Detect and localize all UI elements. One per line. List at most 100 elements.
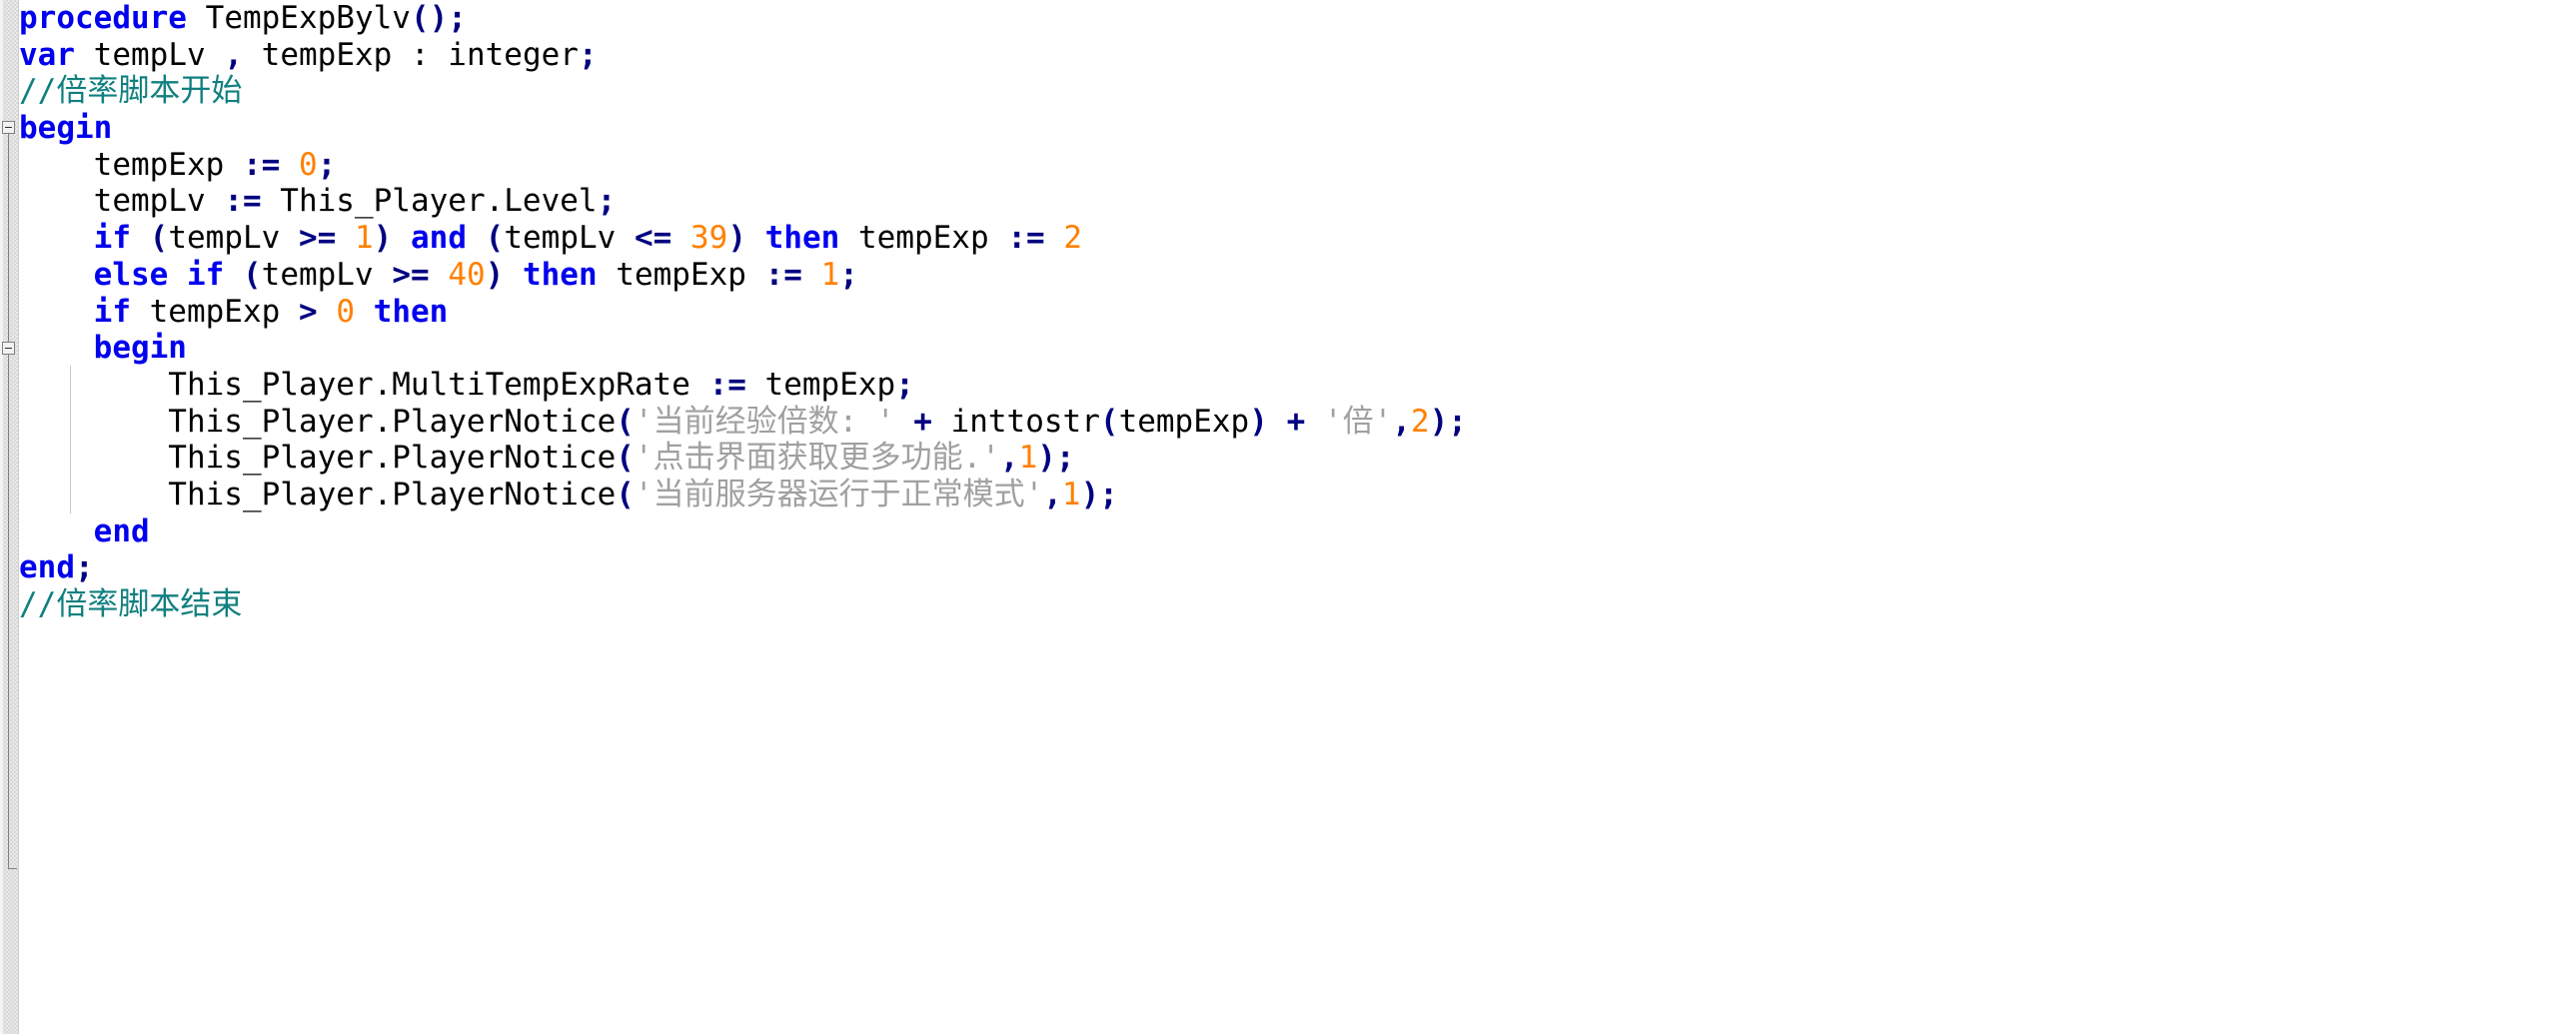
code-line[interactable]: This_Player.MultiTempExpRate := tempExp; [19, 367, 2576, 404]
code-line[interactable]: tempLv := This_Player.Level; [19, 183, 2576, 220]
token-pn: ); [1037, 440, 1075, 477]
token-pn: ); [1080, 476, 1118, 513]
token-id: tempExp [597, 256, 765, 293]
token-kw: and [411, 220, 467, 257]
code-line[interactable]: //倍率脚本结束 [19, 586, 2576, 623]
fold-line-outer [8, 134, 9, 868]
token-id: This_Player.PlayerNotice [19, 403, 617, 440]
token-op: >= [298, 220, 337, 257]
token-pn: ( [616, 476, 635, 513]
token-pn: ) [727, 220, 746, 257]
token-pn: ; [578, 36, 598, 73]
token-num: 1 [820, 256, 840, 293]
fold-marker-outer-begin[interactable] [2, 121, 15, 134]
folding-gutter[interactable] [0, 0, 19, 1034]
token-id: tempLv [261, 256, 393, 293]
code-line[interactable]: if tempExp > 0 then [19, 294, 2576, 331]
token-kw: end [19, 549, 75, 586]
token-pn: ; [895, 366, 914, 403]
token-pn: ; [839, 256, 858, 293]
token-id: tempExp : integer [243, 36, 579, 73]
token-num: 1 [1018, 440, 1038, 477]
fold-marker-inner-begin[interactable] [2, 342, 15, 355]
code-line[interactable]: This_Player.PlayerNotice('当前经验倍数: ' + in… [19, 404, 2576, 441]
token-pn: ; [317, 146, 337, 183]
token-op: := [764, 256, 802, 293]
token-num: 1 [354, 220, 374, 257]
code-line[interactable]: end; [19, 549, 2576, 586]
code-line[interactable]: else if (tempLv >= 40) then tempExp := 1… [19, 257, 2576, 294]
token-num: 0 [336, 293, 355, 330]
token-pn: ) [485, 256, 505, 293]
token-kw: then [764, 220, 840, 257]
token-kw: if [93, 293, 131, 330]
token-cm: //倍率脚本开始 [19, 73, 243, 110]
token-pn: ; [75, 549, 94, 586]
code-line[interactable]: begin [19, 330, 2576, 367]
code-area[interactable]: procedure TempExpBylv(); var tempLv , tem… [19, 0, 2576, 1034]
token-id: This_Player.Level [261, 183, 598, 220]
token-op: >= [392, 256, 430, 293]
token-pn: , [1043, 476, 1062, 513]
token-op: := [1007, 220, 1045, 257]
token-kw: else if [93, 256, 225, 293]
token-pn: , [1392, 403, 1411, 440]
token-id: tempLv [504, 220, 635, 257]
token-kw: procedure [19, 0, 187, 36]
code-line[interactable]: //倍率脚本开始 [19, 73, 2576, 110]
token-num: 0 [298, 146, 318, 183]
code-line[interactable]: procedure TempExpBylv(); [19, 0, 2576, 37]
token-pn: ( [616, 403, 635, 440]
token-pn: ( [1099, 403, 1119, 440]
token-op: <= [635, 220, 672, 257]
token-id: tempLv [93, 36, 225, 73]
code-line[interactable]: tempExp := 0; [19, 147, 2576, 184]
token-kw: begin [93, 330, 187, 367]
token-kw: begin [19, 110, 113, 147]
token-id: This_Player.MultiTempExpRate [19, 366, 709, 403]
code-line[interactable]: This_Player.PlayerNotice('当前服务器运行于正常模式',… [19, 477, 2576, 514]
token-op: > [298, 293, 318, 330]
code-line[interactable]: var tempLv , tempExp : integer; [19, 37, 2576, 74]
token-op: + [1286, 403, 1306, 440]
token-pn: ( [149, 220, 169, 257]
token-id: tempExp [745, 366, 896, 403]
code-editor[interactable]: procedure TempExpBylv(); var tempLv , tem… [0, 0, 2576, 1034]
token-str: '当前经验倍数: ' [634, 403, 895, 440]
token-str: '当前服务器运行于正常模式' [634, 476, 1044, 513]
fold-foot-outer [8, 868, 17, 869]
code-line[interactable]: end [19, 514, 2576, 550]
token-id: tempLv [19, 183, 225, 220]
token-kw: then [373, 293, 449, 330]
gutter-edge [0, 0, 3, 1034]
token-id: tempExp [19, 146, 243, 183]
code-line[interactable]: if (tempLv >= 1) and (tempLv <= 39) then… [19, 220, 2576, 257]
code-line[interactable]: begin [19, 110, 2576, 147]
token-pn: ( [485, 220, 505, 257]
token-num: 2 [1410, 403, 1430, 440]
code-line[interactable]: This_Player.PlayerNotice('点击界面获取更多功能.',1… [19, 440, 2576, 477]
token-pn: (); [410, 0, 467, 36]
token-kw: then [522, 256, 598, 293]
token-str: '倍' [1323, 403, 1393, 440]
token-id: inttostr [931, 403, 1100, 440]
token-pn: ( [242, 256, 262, 293]
